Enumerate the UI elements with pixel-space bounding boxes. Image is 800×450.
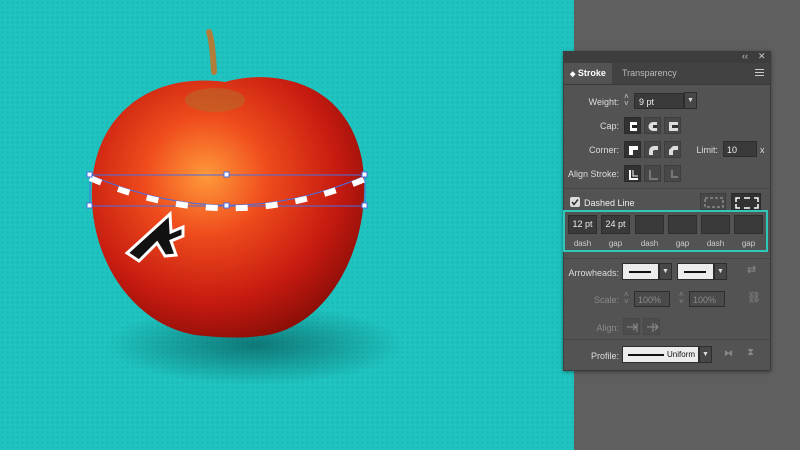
dash-2-label: dash [640, 239, 659, 248]
round-cap-button[interactable] [644, 117, 661, 134]
collapse-icon[interactable]: ‹‹ [742, 51, 748, 61]
gap-3-label: gap [741, 239, 756, 248]
limit-label: Limit: [696, 145, 718, 155]
preserve-dash-button[interactable] [700, 193, 726, 210]
scale-label: Scale: [593, 295, 619, 305]
tab-arrow-icon: ◆ [570, 71, 576, 78]
round-join-button[interactable] [644, 141, 661, 158]
align-center-button[interactable] [624, 165, 641, 182]
dashed-line-label: Dashed Line [584, 198, 635, 208]
limit-field[interactable]: 10 [723, 141, 757, 157]
panel-titlebar[interactable]: ‹‹ ✕ [564, 51, 770, 63]
arrowhead-end-select[interactable] [677, 263, 714, 280]
butt-cap-button[interactable] [624, 117, 641, 134]
tab-stroke[interactable]: ◆ Stroke [564, 63, 612, 84]
align-inside-button[interactable] [644, 165, 661, 182]
swap-arrowheads-icon[interactable]: ⇄ [747, 263, 756, 276]
projecting-cap-button[interactable] [664, 117, 681, 134]
apple-artwork[interactable] [0, 0, 574, 450]
miter-join-button[interactable] [624, 141, 641, 158]
flip-across-icon[interactable]: ⧗ [747, 347, 754, 358]
arrowheads-label: Arrowheads: [568, 268, 619, 278]
panel-tabs: ◆ Stroke Transparency [564, 63, 770, 85]
arrowhead-end-dropdown-icon[interactable]: ▼ [714, 263, 727, 280]
dash-1-field[interactable]: 12 pt [568, 215, 597, 234]
cap-label: Cap: [599, 121, 619, 131]
scale-end-stepper-icon[interactable]: ˄ ˅ [679, 291, 684, 306]
scale-end-field[interactable]: 100% [689, 291, 725, 307]
tab-transparency[interactable]: Transparency [616, 63, 683, 84]
dash-3-field[interactable] [701, 215, 730, 234]
arrowhead-start-select[interactable] [622, 263, 659, 280]
arrowhead-start-dropdown-icon[interactable]: ▼ [659, 263, 672, 280]
dash-3-label: dash [706, 239, 725, 248]
gap-3-field[interactable] [734, 215, 763, 234]
align-outside-button[interactable] [664, 165, 681, 182]
extend-arrow-tip-button[interactable] [623, 318, 640, 335]
gap-1-label: gap [608, 239, 623, 248]
gap-2-field[interactable] [668, 215, 697, 234]
profile-dropdown-icon[interactable]: ▼ [699, 346, 712, 363]
place-arrow-tip-button[interactable] [643, 318, 660, 335]
bevel-join-button[interactable] [664, 141, 681, 158]
panel-menu-icon[interactable] [755, 69, 764, 78]
profile-label: Profile: [590, 351, 619, 361]
dashed-line-checkbox[interactable] [570, 197, 580, 207]
scale-start-field[interactable]: 100% [634, 291, 670, 307]
limit-unit: x [760, 145, 765, 155]
profile-select[interactable]: Uniform [622, 346, 699, 363]
tab-stroke-label: Stroke [577, 68, 606, 78]
weight-field[interactable]: 9 pt [634, 93, 684, 109]
scale-start-stepper-icon[interactable]: ˄ ˅ [624, 291, 629, 306]
weight-label: Weight: [588, 97, 619, 107]
weight-stepper-icon[interactable]: ˄ ˅ [624, 93, 629, 108]
dash-2-field[interactable] [635, 215, 664, 234]
align-dash-corners-button[interactable] [731, 193, 761, 210]
flip-along-icon[interactable]: ⧓ [724, 348, 733, 359]
align-stroke-label: Align Stroke: [567, 169, 619, 179]
close-icon[interactable]: ✕ [758, 51, 766, 62]
dash-1-label: dash [573, 239, 592, 248]
weight-dropdown-icon[interactable]: ▼ [684, 92, 697, 109]
gap-2-label: gap [675, 239, 690, 248]
link-scale-icon[interactable]: ⛓ [747, 291, 761, 304]
gap-1-field[interactable]: 24 pt [601, 215, 630, 234]
corner-label: Corner: [588, 145, 619, 155]
align-label: Align: [596, 323, 619, 333]
profile-value: Uniform [667, 350, 696, 359]
apple-stem [206, 29, 217, 75]
